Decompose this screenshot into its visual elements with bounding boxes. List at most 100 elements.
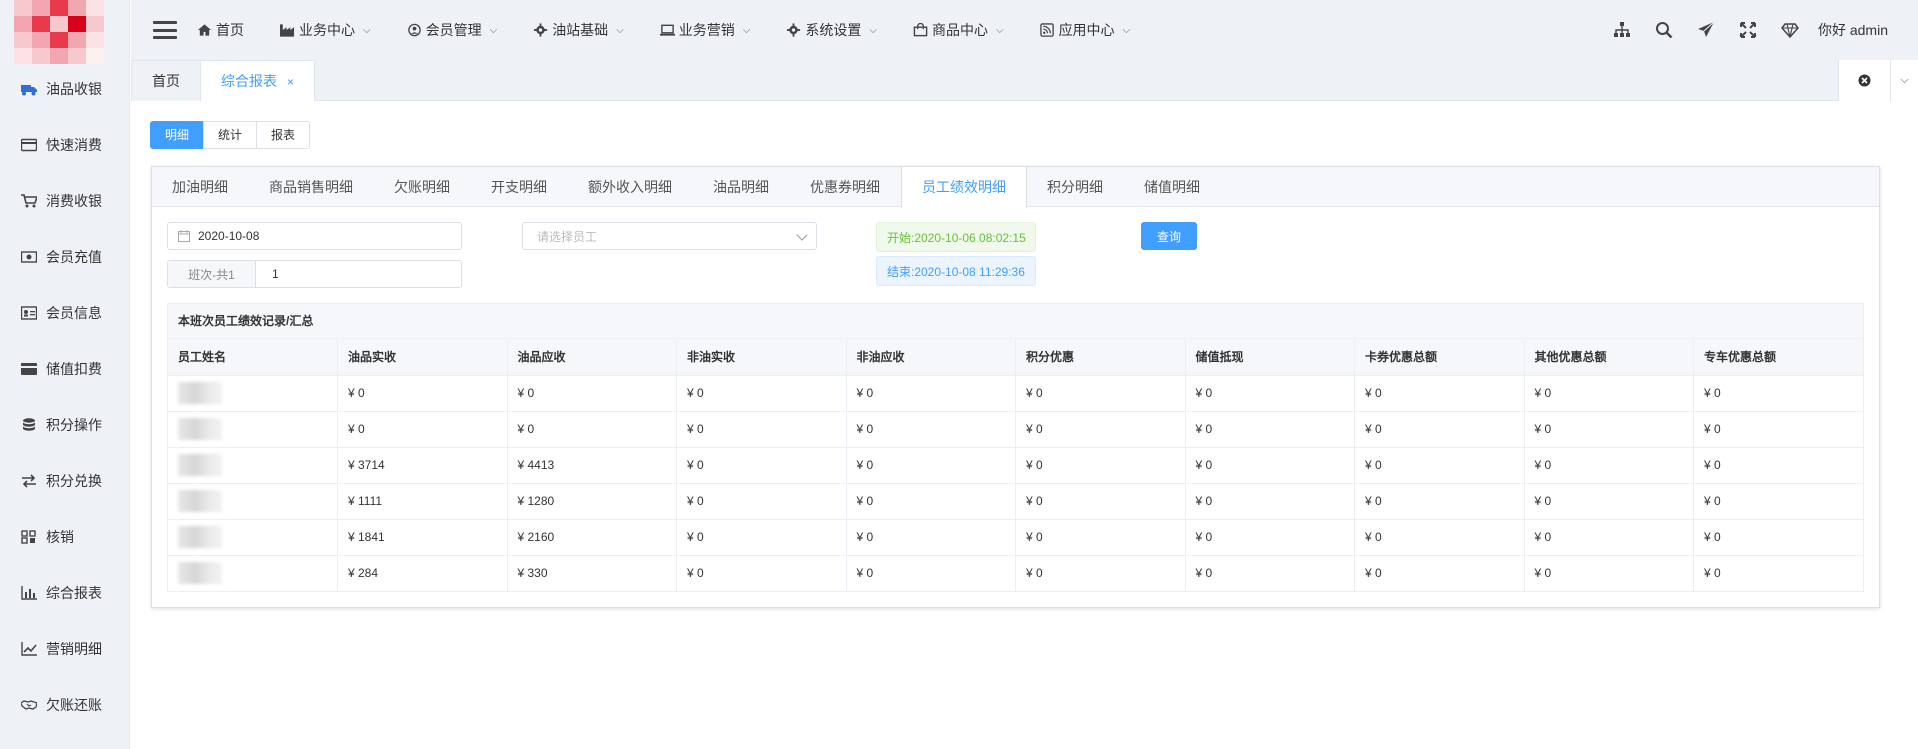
sidebar-item-member-recharge[interactable]: 会员充值 xyxy=(0,229,130,285)
query-button[interactable]: 查询 xyxy=(1141,222,1197,250)
database-icon xyxy=(20,417,38,433)
tab-oil-detail[interactable]: 油品明细 xyxy=(693,167,790,207)
tab-stored-value-detail[interactable]: 储值明细 xyxy=(1124,167,1221,207)
redacted-name xyxy=(178,454,222,476)
sidebar-item-consume-cashier[interactable]: 消费收银 xyxy=(0,173,130,229)
table-cell: ¥ 0 xyxy=(676,519,847,556)
menu-toggle-icon[interactable] xyxy=(153,21,177,39)
page-tab-home[interactable]: 首页 xyxy=(131,60,201,101)
tab-expense-detail[interactable]: 开支明细 xyxy=(471,167,568,207)
col-header: 油品应收 xyxy=(507,339,677,376)
table-row: ¥ 3714 ¥ 4413 ¥ 0 ¥ 0 ¥ 0 ¥ 0 ¥ 0 ¥ 0 ¥ 0 xyxy=(168,447,1863,484)
tab-employee-performance[interactable]: 员工绩效明细 xyxy=(901,167,1027,208)
table-cell: ¥ 0 xyxy=(846,483,1016,520)
nav-system-settings[interactable]: 系统设置 ⌵ xyxy=(786,20,877,40)
nav-goods-center[interactable]: 商品中心 ⌵ xyxy=(913,20,1004,40)
id-card-icon xyxy=(20,305,38,321)
employee-name-cell xyxy=(168,483,338,520)
redacted-name xyxy=(178,562,222,585)
nav-business-marketing[interactable]: 业务营销 ⌵ xyxy=(659,20,751,40)
employee-name-cell xyxy=(168,411,338,448)
redacted-name xyxy=(178,490,222,512)
table-cell: ¥ 0 xyxy=(1354,483,1525,520)
top-right-tools: 你好 admin xyxy=(1590,0,1888,60)
sidebar-item-label: 消费收银 xyxy=(46,193,102,209)
sidebar-item-points-exchange[interactable]: 积分兑换 xyxy=(0,453,130,509)
table-cell: ¥ 0 xyxy=(846,447,1016,484)
col-header: 非油实收 xyxy=(676,339,847,376)
table-cell: ¥ 0 xyxy=(676,411,847,448)
table-cell: ¥ 0 xyxy=(507,375,677,412)
sidebar-item-member-info[interactable]: 会员信息 xyxy=(0,285,130,341)
table-cell: ¥ 0 xyxy=(1185,447,1355,484)
date-value: 2020-10-08 xyxy=(198,229,260,243)
employee-select[interactable]: 请选择员工 xyxy=(522,222,817,250)
view-report-button[interactable]: 报表 xyxy=(256,121,311,149)
date-picker[interactable]: 2020-10-08 xyxy=(167,222,462,250)
nav-app-center[interactable]: 应用中心 ⌵ xyxy=(1039,20,1131,40)
tab-controls: ⌵ xyxy=(1838,60,1918,101)
cog-icon xyxy=(786,23,802,37)
table-cell: ¥ 4413 xyxy=(507,447,677,484)
fullscreen-icon[interactable] xyxy=(1738,20,1758,40)
credit-card-icon xyxy=(20,137,38,153)
sidebar-item-label: 快速消费 xyxy=(46,137,102,153)
nav-station-basics[interactable]: 油站基础 ⌵ xyxy=(533,20,624,40)
close-all-tabs-icon[interactable] xyxy=(1839,60,1891,101)
table-cell: ¥ 0 xyxy=(676,447,847,484)
chevron-down-icon: ⌵ xyxy=(1122,24,1131,36)
sidebar-item-verification[interactable]: 核销 xyxy=(0,509,130,565)
tab-extra-income-detail[interactable]: 额外收入明细 xyxy=(568,167,693,207)
report-tabs: 加油明细 商品销售明细 欠账明细 开支明细 额外收入明细 油品明细 优惠券明细 … xyxy=(152,167,1879,208)
nav-label: 业务中心 xyxy=(299,22,355,38)
employee-name-cell xyxy=(168,375,338,412)
chevron-down-icon[interactable]: ⌵ xyxy=(1891,74,1918,87)
view-detail-button[interactable]: 明细 xyxy=(150,121,205,149)
diamond-icon[interactable] xyxy=(1780,20,1800,40)
sidebar-item-quick-consume[interactable]: 快速消费 xyxy=(0,117,130,173)
shift-value: 1 xyxy=(272,267,279,281)
close-icon[interactable]: × xyxy=(287,75,294,89)
table-title: 本班次员工绩效记录/汇总 xyxy=(168,304,1863,339)
nav-business-center[interactable]: 业务中心 ⌵ xyxy=(280,20,371,40)
chevron-down-icon: ⌵ xyxy=(363,24,371,36)
table-cell: ¥ 0 xyxy=(1524,519,1694,556)
sidebar-item-stored-value-deduct[interactable]: 储值扣费 xyxy=(0,341,130,397)
sidebar-item-marketing-detail[interactable]: 营销明细 xyxy=(0,621,130,677)
paper-plane-icon[interactable] xyxy=(1696,20,1716,40)
nav-member-management[interactable]: 会员管理 ⌵ xyxy=(407,20,498,40)
chevron-down-icon: ⌵ xyxy=(742,24,751,36)
tab-coupon-detail[interactable]: 优惠券明细 xyxy=(790,167,901,207)
sidebar-item-oil-cashier[interactable]: 油品收银 xyxy=(0,61,130,117)
sitemap-icon[interactable] xyxy=(1612,20,1632,40)
tab-goods-sales-detail[interactable]: 商品销售明细 xyxy=(249,167,374,207)
nav-home[interactable]: 首页 xyxy=(197,20,244,40)
tab-debt-detail[interactable]: 欠账明细 xyxy=(374,167,471,207)
chevron-down-icon: ⌵ xyxy=(489,24,498,36)
search-icon[interactable] xyxy=(1654,20,1674,40)
grid-icon xyxy=(20,529,38,545)
truck-icon xyxy=(20,81,38,97)
table-cell: ¥ 0 xyxy=(1185,375,1355,412)
table-cell: ¥ 1841 xyxy=(337,519,508,556)
shift-prefix: 班次-共1 xyxy=(168,261,256,287)
page-tab-comprehensive-report[interactable]: 综合报表 × xyxy=(200,60,316,102)
tab-refuel-detail[interactable]: 加油明细 xyxy=(152,167,249,207)
factory-icon xyxy=(280,23,296,37)
nav-label: 首页 xyxy=(216,22,244,38)
sidebar-item-comprehensive-report[interactable]: 综合报表 xyxy=(0,565,130,621)
page-tabs-bar: 首页 综合报表 × ⌵ xyxy=(131,60,1918,102)
cog-icon xyxy=(533,23,549,37)
tab-points-detail[interactable]: 积分明细 xyxy=(1027,167,1124,207)
col-header: 储值抵现 xyxy=(1185,339,1355,376)
sidebar-item-label: 会员充值 xyxy=(46,249,102,265)
table-cell: ¥ 0 xyxy=(1185,483,1355,520)
shift-input[interactable]: 班次-共1 1 xyxy=(167,260,462,288)
sidebar-item-points-operation[interactable]: 积分操作 xyxy=(0,397,130,453)
sidebar-item-debt-repay[interactable]: 欠账还账 xyxy=(0,677,130,733)
table-cell: ¥ 0 xyxy=(1015,483,1186,520)
page-tab-label: 综合报表 xyxy=(221,73,277,89)
user-menu[interactable]: 你好 admin xyxy=(1818,20,1888,40)
view-statistics-button[interactable]: 统计 xyxy=(203,121,258,149)
sidebar-item-label: 欠账还账 xyxy=(46,697,102,713)
